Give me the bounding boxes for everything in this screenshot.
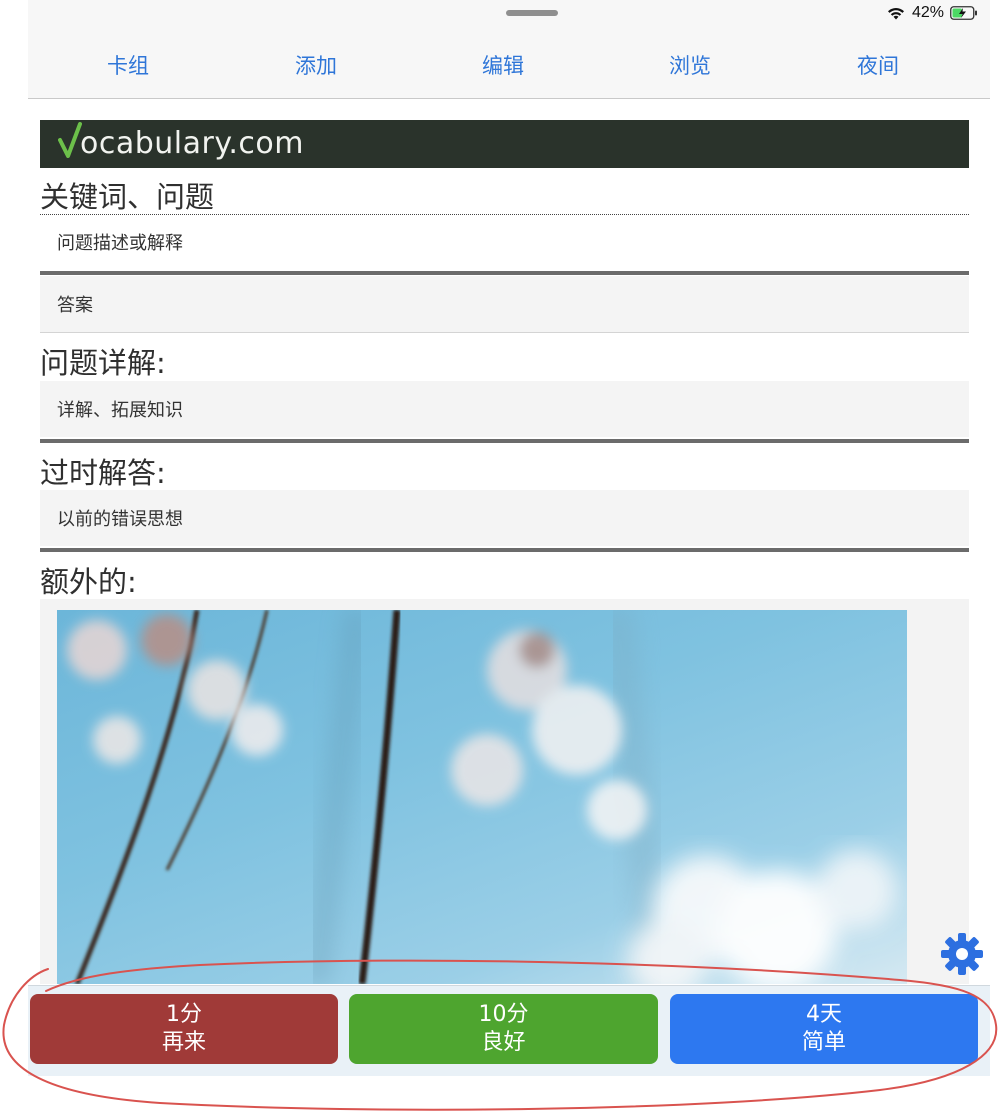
wifi-icon bbox=[887, 8, 904, 20]
outdated-field: 以前的错误思想 bbox=[40, 490, 969, 546]
nav-night-mode[interactable]: 夜间 bbox=[857, 50, 899, 80]
checkmark-logo-icon bbox=[58, 122, 82, 158]
divider bbox=[40, 271, 969, 275]
blossom-photo-art bbox=[67, 610, 897, 984]
answer-field: 答案 bbox=[40, 276, 969, 332]
gear-icon[interactable] bbox=[938, 930, 986, 978]
outdated-heading: 过时解答: bbox=[40, 456, 166, 490]
status-bar: 42% bbox=[28, 0, 990, 28]
heading-divider bbox=[40, 214, 969, 215]
nav-add[interactable]: 添加 bbox=[295, 50, 337, 80]
nav-edit[interactable]: 编辑 bbox=[482, 50, 524, 80]
easy-label: 简单 bbox=[801, 1030, 846, 1055]
blossom-photo bbox=[57, 610, 907, 984]
good-label: 良好 bbox=[481, 1030, 526, 1055]
again-button[interactable]: 1分 再来 bbox=[30, 994, 338, 1064]
good-interval: 10分 bbox=[478, 1002, 529, 1027]
easy-button[interactable]: 4天 简单 bbox=[670, 994, 978, 1064]
detail-heading: 问题详解: bbox=[40, 346, 166, 380]
again-interval: 1分 bbox=[166, 1002, 202, 1027]
home-indicator bbox=[506, 10, 558, 16]
status-right: 42% bbox=[886, 4, 978, 22]
extra-heading: 额外的: bbox=[40, 565, 137, 599]
easy-interval: 4天 bbox=[806, 1002, 842, 1027]
logo-text: ocabulary.com bbox=[80, 126, 304, 161]
battery-charging-icon bbox=[950, 6, 977, 20]
divider bbox=[40, 439, 969, 443]
divider bbox=[40, 332, 969, 333]
good-button[interactable]: 10分 良好 bbox=[349, 994, 658, 1064]
top-navigation: 卡组 添加 编辑 浏览 夜间 bbox=[28, 28, 990, 99]
again-label: 再来 bbox=[161, 1030, 206, 1055]
nav-browse[interactable]: 浏览 bbox=[669, 50, 711, 80]
question-field: 问题描述或解释 bbox=[40, 216, 969, 268]
detail-field: 详解、拓展知识 bbox=[40, 381, 969, 437]
battery-percent: 42% bbox=[911, 4, 944, 21]
keyword-heading: 关键词、问题 bbox=[40, 180, 215, 214]
nav-decks[interactable]: 卡组 bbox=[107, 50, 149, 80]
divider bbox=[40, 548, 969, 552]
